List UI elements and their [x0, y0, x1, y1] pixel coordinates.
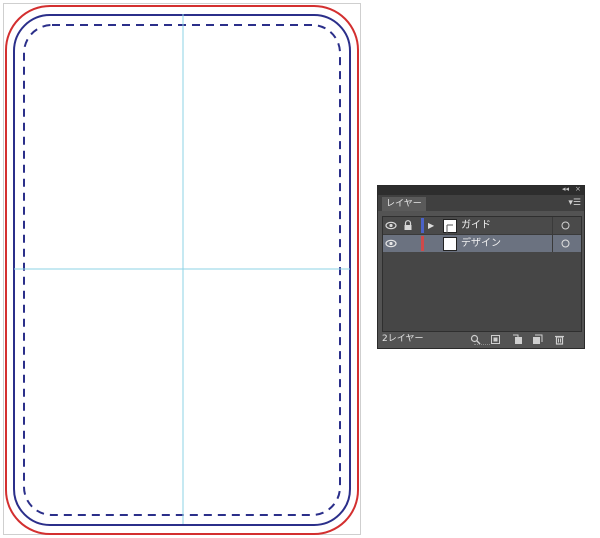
collapse-panel-button[interactable]: ◂◂ — [562, 184, 569, 195]
delete-icon[interactable] — [554, 334, 565, 345]
panel-footer: 2レイヤー — [378, 332, 584, 348]
new-layer-icon[interactable] — [532, 334, 543, 345]
layer-thumbnail — [443, 237, 457, 251]
panel-tab-row: レイヤー ▾☰ — [378, 195, 584, 211]
safe-area-dashed — [23, 24, 341, 516]
visibility-eye-icon[interactable] — [385, 220, 397, 231]
layer-name[interactable]: デザイン — [461, 237, 501, 250]
panel-title-bar[interactable]: ◂◂ × — [378, 184, 584, 195]
card-border — [13, 14, 351, 526]
close-panel-button[interactable]: × — [575, 184, 581, 195]
tab-layers[interactable]: レイヤー — [382, 197, 426, 211]
layer-color-bar — [421, 218, 424, 233]
new-sublayer-icon[interactable] — [512, 334, 523, 345]
target-circle-icon[interactable] — [561, 239, 570, 248]
layer-row-design[interactable]: デザイン — [383, 235, 581, 252]
panel-resize-grip[interactable] — [474, 344, 490, 347]
card-outlines — [5, 5, 359, 535]
layer-thumbnail — [443, 219, 457, 233]
layer-count-label: 2レイヤー — [382, 334, 424, 344]
visibility-eye-icon[interactable] — [385, 238, 397, 249]
layers-list: ▶ ガイド デザイン — [382, 216, 582, 332]
layer-row-guide[interactable]: ▶ ガイド — [383, 217, 581, 235]
layer-target[interactable] — [552, 235, 579, 252]
layer-name[interactable]: ガイド — [461, 219, 491, 232]
lock-icon[interactable] — [403, 220, 413, 231]
panel-menu-button[interactable]: ▾☰ — [568, 197, 581, 209]
layer-target[interactable] — [552, 217, 579, 234]
expand-arrow-icon[interactable]: ▶ — [428, 220, 434, 231]
layers-panel: ◂◂ × レイヤー ▾☰ ▶ ガイド デザイン 2レイヤー — [377, 185, 585, 349]
layer-color-bar — [421, 236, 424, 251]
artboard — [3, 3, 361, 535]
target-circle-icon[interactable] — [561, 221, 570, 230]
trim-line — [5, 5, 359, 535]
clipping-mask-icon[interactable] — [490, 334, 501, 345]
